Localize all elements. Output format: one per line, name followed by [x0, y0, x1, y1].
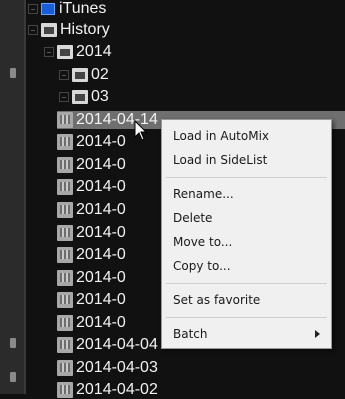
- menu-item-rename[interactable]: Rename...: [163, 183, 330, 205]
- menu-item-batch[interactable]: Batch: [163, 323, 330, 345]
- collapse-icon[interactable]: [28, 25, 38, 35]
- tree-item-label: 2014-04-02: [76, 381, 158, 398]
- folder-icon: [72, 90, 88, 104]
- tree-item-03[interactable]: 03: [59, 88, 345, 106]
- tree-item-label: 03: [91, 88, 109, 105]
- menu-item-label: Delete: [173, 211, 213, 225]
- tree-item-label: 2014-0: [76, 156, 126, 173]
- tree-item-history[interactable]: History: [28, 21, 345, 39]
- menu-item-delete[interactable]: Delete: [163, 207, 330, 229]
- menu-item-label: Load in SideList: [173, 153, 268, 167]
- tree-item-itunes[interactable]: iTunes: [28, 0, 345, 18]
- folder-icon: [41, 23, 57, 37]
- playlist-icon: [57, 202, 73, 218]
- menu-item-label: Load in AutoMix: [173, 129, 270, 143]
- menu-item-label: Rename...: [173, 187, 234, 201]
- menu-item-load-sidelist[interactable]: Load in SideList: [163, 149, 330, 171]
- tree-item-label: 2014-04-03: [76, 359, 158, 376]
- playlist-icon: [57, 157, 73, 173]
- tree-item-2014-04-03[interactable]: 2014-04-03: [57, 359, 345, 377]
- playlist-icon: [57, 247, 73, 263]
- expand-icon[interactable]: [59, 92, 69, 102]
- menu-item-move-to[interactable]: Move to...: [163, 231, 330, 253]
- tree-item-label: 2014: [76, 43, 112, 60]
- tree-item-label: 2014-0: [76, 314, 126, 331]
- tree-item-02[interactable]: 02: [59, 66, 345, 84]
- playlist-icon: [57, 134, 73, 150]
- panel-handle[interactable]: [10, 338, 16, 348]
- tree-item-label: 2014-0: [76, 291, 126, 308]
- menu-separator: [166, 283, 327, 284]
- tree-item-label: History: [60, 21, 110, 38]
- mouse-pointer-icon: [134, 120, 148, 141]
- menu-item-label: Move to...: [173, 235, 233, 249]
- playlist-icon: [57, 315, 73, 331]
- menu-separator: [166, 177, 327, 178]
- tree-item-label: 2014-0: [76, 224, 126, 241]
- context-menu: Load in AutoMix Load in SideList Rename.…: [161, 119, 332, 349]
- tree-item-label: 2014-0: [76, 201, 126, 218]
- folder-icon: [57, 45, 73, 59]
- submenu-arrow-icon: [315, 330, 320, 338]
- menu-item-load-automix[interactable]: Load in AutoMix: [163, 125, 330, 147]
- expand-icon[interactable]: [59, 70, 69, 80]
- menu-item-label: Copy to...: [173, 259, 231, 273]
- tree-item-label: iTunes: [59, 0, 107, 17]
- panel-handle[interactable]: [10, 372, 16, 382]
- tree-item-label: 2014-04-04: [76, 336, 158, 353]
- tree-item-label: 2014-0: [76, 246, 126, 263]
- menu-separator: [166, 317, 327, 318]
- playlist-icon: [57, 360, 73, 376]
- tree-item-label: 02: [91, 66, 109, 83]
- left-panel-strip: [0, 0, 24, 394]
- tree-item-label: 2014-0: [76, 178, 126, 195]
- playlist-icon: [57, 292, 73, 308]
- menu-item-label: Set as favorite: [173, 293, 261, 307]
- itunes-icon: [41, 3, 55, 15]
- collapse-icon[interactable]: [44, 47, 54, 57]
- menu-item-copy-to[interactable]: Copy to...: [163, 255, 330, 277]
- tree-item-label: 2014-0: [76, 133, 126, 150]
- playlist-icon: [57, 112, 73, 128]
- playlist-icon: [57, 382, 73, 398]
- tree-item-2014[interactable]: 2014: [44, 43, 345, 61]
- menu-item-set-favorite[interactable]: Set as favorite: [163, 289, 330, 311]
- tree-item-2014-04-02[interactable]: 2014-04-02: [57, 381, 345, 399]
- playlist-icon: [57, 270, 73, 286]
- menu-item-label: Batch: [173, 327, 208, 341]
- playlist-icon: [57, 179, 73, 195]
- tree-item-label: 2014-0: [76, 269, 126, 286]
- panel-handle[interactable]: [10, 68, 16, 78]
- collapse-icon[interactable]: [28, 4, 38, 14]
- folder-icon: [72, 68, 88, 82]
- playlist-icon: [57, 337, 73, 353]
- playlist-icon: [57, 225, 73, 241]
